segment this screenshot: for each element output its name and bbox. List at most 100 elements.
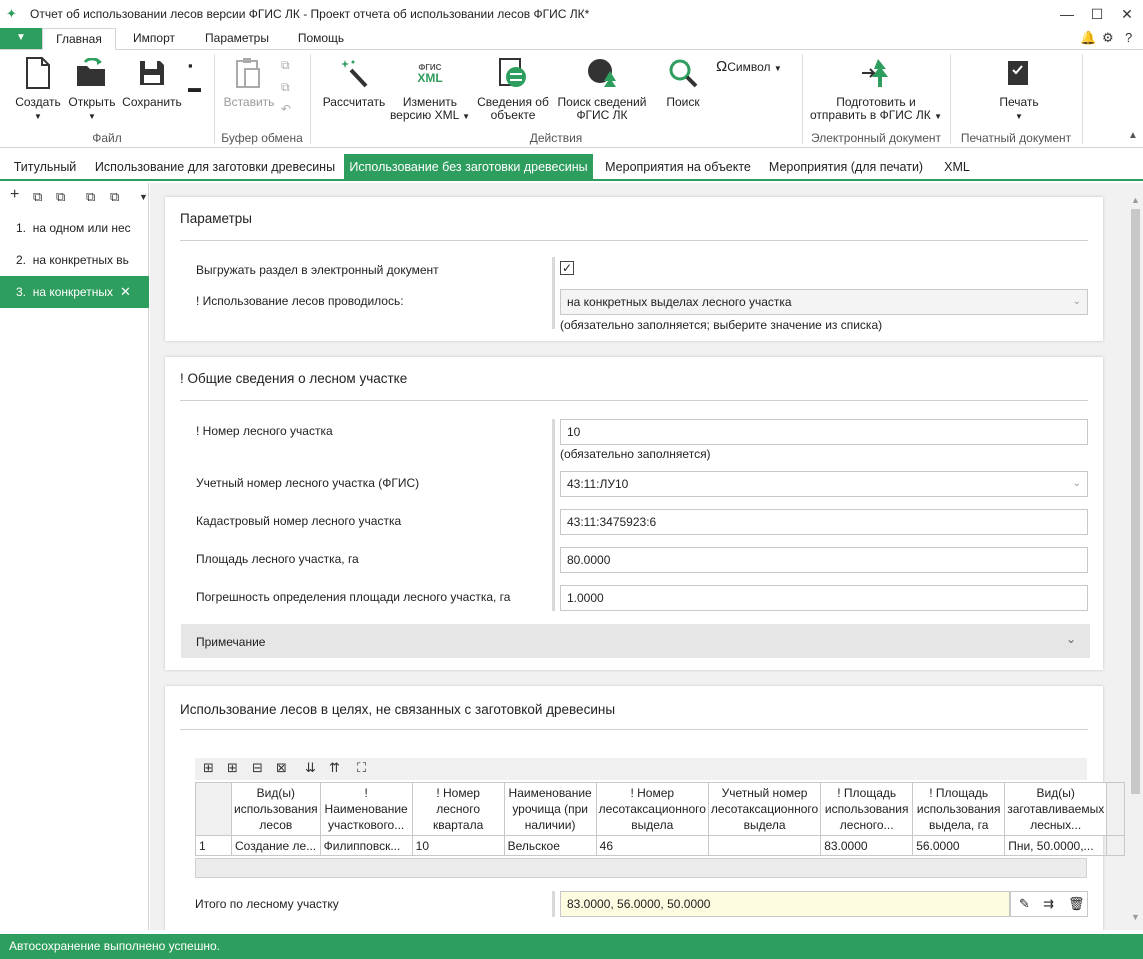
calculate-button[interactable]: Рассчитать bbox=[318, 56, 390, 109]
table-cell[interactable]: 46 bbox=[595, 835, 709, 856]
maximize-icon[interactable]: ☐ bbox=[1087, 4, 1107, 24]
open-button[interactable]: Открыть ▼ bbox=[66, 56, 118, 123]
scroll-down-icon[interactable]: ▼ bbox=[1131, 912, 1140, 922]
note-expander[interactable]: Примечание ⌄ bbox=[181, 624, 1090, 658]
sidebar-item-1[interactable]: 1. на одном или нес bbox=[0, 212, 149, 244]
area-error-input[interactable]: 1.0000 bbox=[560, 585, 1088, 611]
sidebar-item-3[interactable]: 3. на конкретных ✕ bbox=[0, 276, 149, 308]
usage-select[interactable]: на конкретных выделах лесного участка ⌄ bbox=[560, 289, 1088, 315]
remove-item-icon[interactable]: ✕ bbox=[120, 276, 131, 308]
scroll-up-icon[interactable]: ▲ bbox=[1131, 195, 1140, 205]
table-cell[interactable]: Вельское bbox=[503, 835, 597, 856]
fgis-xml-icon: ФГИС XML bbox=[417, 63, 443, 85]
object-info-button[interactable]: Сведения об объекте bbox=[474, 56, 552, 122]
tab-help[interactable]: Помощь bbox=[287, 28, 355, 50]
horizontal-scrollbar[interactable] bbox=[195, 858, 1087, 878]
table-cell[interactable]: Пни, 50.0000,... bbox=[1004, 835, 1108, 856]
new-document-icon bbox=[21, 56, 55, 90]
divider bbox=[180, 240, 1088, 241]
duplicate-icon[interactable]: ⧉ bbox=[56, 189, 65, 205]
tab-parameters[interactable]: Параметры bbox=[195, 28, 279, 50]
table-cell[interactable]: 10 bbox=[411, 835, 505, 856]
tab-events-print[interactable]: Мероприятия (для печати) bbox=[762, 154, 930, 181]
column-header[interactable]: ! Площадь использования лесного... bbox=[820, 782, 914, 836]
magnifier-icon bbox=[666, 56, 700, 90]
settings-icon[interactable]: ⚙ bbox=[1102, 30, 1114, 46]
delete-row-icon[interactable]: ⊠ bbox=[276, 760, 287, 776]
table-cell[interactable] bbox=[707, 835, 822, 856]
help-icon[interactable]: ? bbox=[1125, 30, 1132, 45]
copy-icon[interactable]: ⧉ bbox=[281, 58, 290, 73]
column-header[interactable]: Вид(ы) использования лесов bbox=[231, 782, 321, 836]
tab-use-without-harvest[interactable]: Использование без заготовки древесины bbox=[344, 154, 593, 181]
save-folder-icon[interactable]: ▬ bbox=[188, 80, 201, 95]
add-child-icon[interactable]: ⧉ bbox=[33, 189, 42, 205]
tab-title[interactable]: Титульный bbox=[4, 154, 86, 181]
tab-import[interactable]: Импорт bbox=[120, 28, 188, 50]
column-header[interactable]: Наименование урочища (при наличии) bbox=[503, 782, 597, 836]
insert-row-icon[interactable]: ⊞ bbox=[227, 760, 238, 776]
export-checkbox[interactable]: ✓ bbox=[560, 261, 574, 275]
column-header[interactable]: ! Наименование участкового... bbox=[319, 782, 413, 836]
tab-object-events[interactable]: Мероприятия на объекте bbox=[598, 154, 758, 181]
cut-icon[interactable]: ⧉ bbox=[281, 80, 290, 95]
add-icon[interactable]: + bbox=[10, 186, 19, 204]
search-fgis-button[interactable]: Поиск сведений ФГИС ЛК bbox=[552, 56, 652, 122]
add-row-icon[interactable]: ⊞ bbox=[203, 760, 214, 776]
usage-table: Вид(ы) использования лесов ! Наименовани… bbox=[195, 782, 1126, 856]
table-cell[interactable]: 56.0000 bbox=[912, 835, 1006, 856]
ribbon-tabs: ▼ Главная Импорт Параметры Помощь 🔔 ⚙ ? bbox=[0, 28, 1143, 50]
column-header[interactable]: Вид(ы) заготавливаемых лесных... bbox=[1004, 782, 1108, 836]
edit-icon[interactable]: ✎ bbox=[1019, 896, 1030, 912]
sidebar-item-2[interactable]: 2. на конкретных вь bbox=[0, 244, 149, 276]
plot-area-input[interactable]: 80.0000 bbox=[560, 547, 1088, 573]
copy-row-icon[interactable]: ⊟ bbox=[252, 760, 263, 776]
tab-xml[interactable]: XML bbox=[934, 154, 980, 181]
column-header[interactable]: ! Площадь использования выдела, га bbox=[912, 782, 1006, 836]
move-down-icon[interactable]: ⇊ bbox=[305, 760, 316, 776]
paste-button[interactable]: Вставить bbox=[222, 56, 276, 109]
save-as-icon[interactable]: ▪ bbox=[188, 58, 193, 73]
collapse-ribbon-icon[interactable]: ▲ bbox=[1128, 130, 1138, 141]
fit-columns-icon[interactable]: ⛶ bbox=[357, 760, 366, 776]
account-number-select[interactable]: 43:11:ЛУ10 ⌄ bbox=[560, 471, 1088, 497]
export-label: Выгружать раздел в электронный документ bbox=[196, 263, 439, 277]
close-icon[interactable]: ✕ bbox=[1117, 4, 1137, 24]
table-cell[interactable]: Филипповск... bbox=[319, 835, 413, 856]
vertical-scrollbar[interactable]: ▲ ▼ bbox=[1128, 183, 1143, 930]
column-header[interactable]: ! Номер лесного квартала bbox=[411, 782, 505, 836]
fill-icon[interactable]: ⇉ bbox=[1043, 896, 1054, 912]
more-icon[interactable]: ▼ bbox=[139, 192, 148, 202]
status-text: Автосохранение выполнено успешно. bbox=[9, 939, 220, 953]
print-button[interactable]: Печать ▼ bbox=[984, 56, 1054, 123]
tab-home[interactable]: Главная bbox=[42, 28, 116, 50]
minimize-icon[interactable]: — bbox=[1057, 4, 1077, 24]
move-up-icon[interactable]: ⇈ bbox=[329, 760, 340, 776]
copy-row-icon[interactable]: ⧉ bbox=[86, 189, 95, 205]
cadastral-number-input[interactable]: 43:11:3475923:6 bbox=[560, 509, 1088, 535]
tab-use-with-harvest[interactable]: Использование для заготовки древесины bbox=[90, 154, 340, 181]
open-folder-icon bbox=[75, 56, 109, 90]
change-xml-version-button[interactable]: ФГИС XML Изменить версию XML ▼ bbox=[388, 56, 472, 123]
save-button[interactable]: Сохранить bbox=[120, 56, 184, 109]
group-clipboard-label: Буфер обмена bbox=[221, 131, 303, 145]
group-pdoc-label: Печатный документ bbox=[960, 131, 1072, 145]
row-number: 1 bbox=[195, 835, 232, 856]
plot-number-input[interactable]: 10 bbox=[560, 419, 1088, 445]
undo-icon[interactable]: ↶ bbox=[281, 102, 291, 116]
symbol-button[interactable]: ΩСимвол ▼ bbox=[716, 58, 782, 75]
table-cell[interactable]: 83.0000 bbox=[820, 835, 914, 856]
paste-row-icon[interactable]: ⧉ bbox=[110, 189, 119, 205]
table-row[interactable]: 1 Создание ле... Филипповск... 10 Вельск… bbox=[195, 835, 1126, 856]
prepare-send-button[interactable]: Подготовить и отправить в ФГИС ЛК ▼ bbox=[806, 56, 946, 123]
column-header[interactable]: Учетный номер лесотаксационного выдела bbox=[707, 782, 822, 836]
search-button[interactable]: Поиск bbox=[658, 56, 708, 109]
trash-icon[interactable]: 🗑 bbox=[1068, 896, 1085, 912]
scroll-thumb[interactable] bbox=[1131, 209, 1140, 794]
create-button[interactable]: Создать ▼ bbox=[10, 56, 66, 123]
bell-icon[interactable]: 🔔 bbox=[1080, 30, 1096, 46]
file-menu-button[interactable]: ▼ bbox=[0, 28, 42, 49]
table-cell[interactable]: Создание ле... bbox=[231, 835, 321, 856]
total-input[interactable]: 83.0000, 56.0000, 50.0000 bbox=[560, 891, 1010, 917]
column-header[interactable]: ! Номер лесотаксационного выдела bbox=[595, 782, 709, 836]
